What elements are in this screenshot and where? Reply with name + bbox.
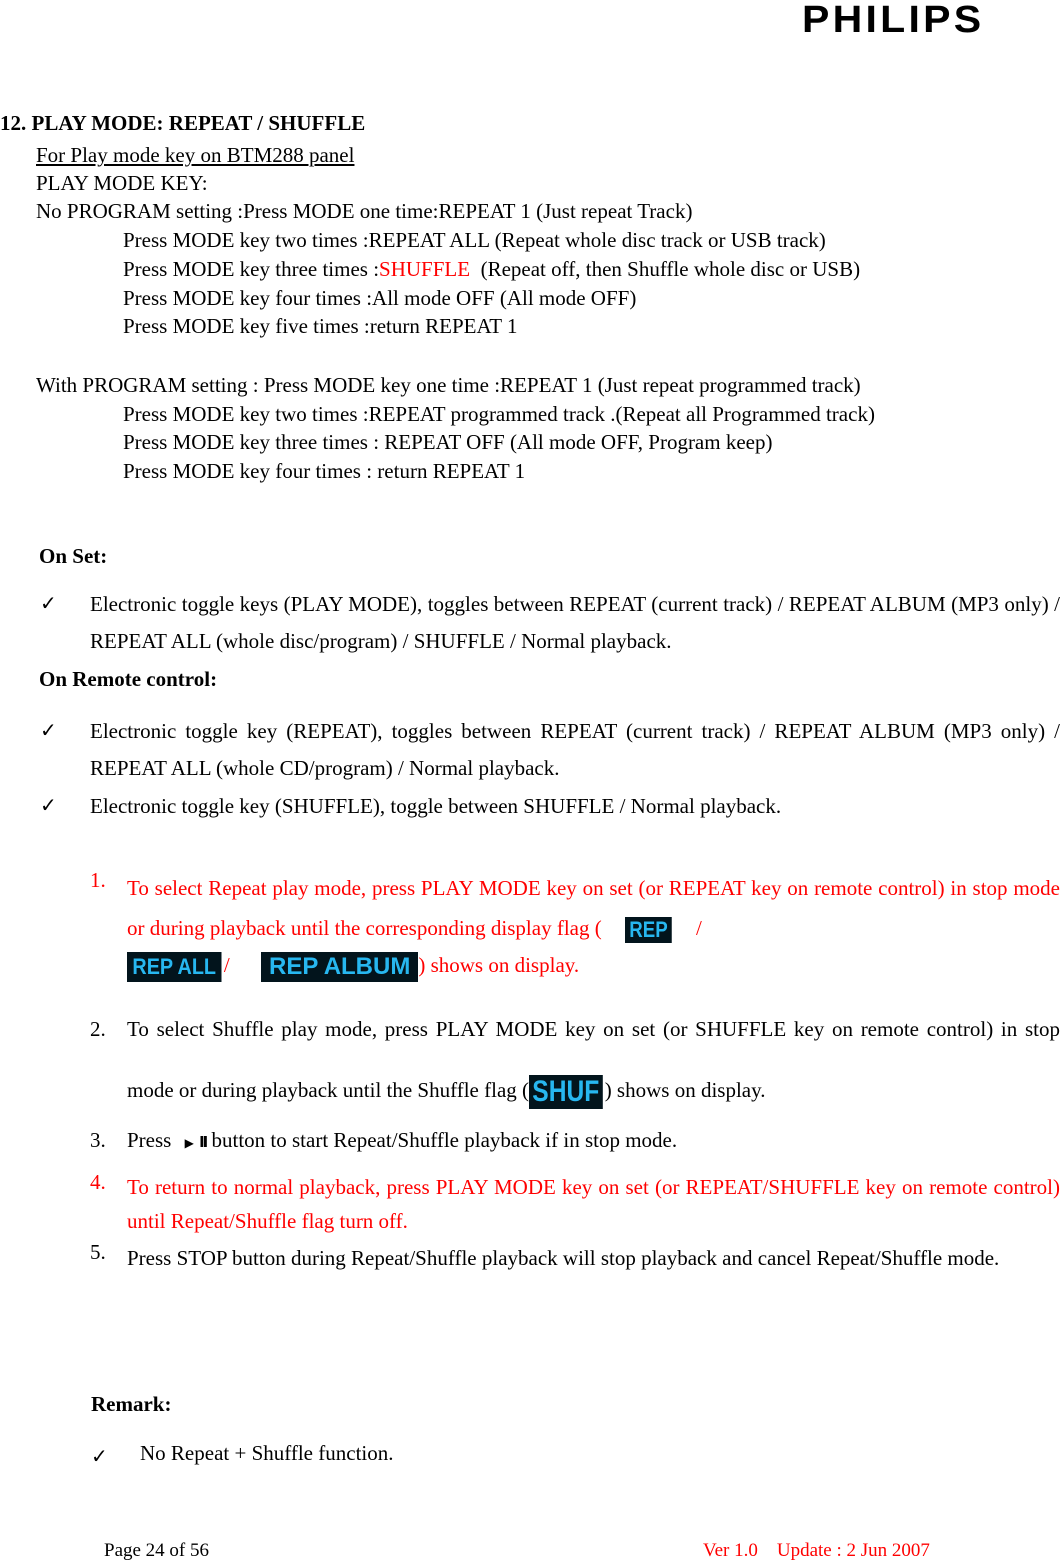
no-program-line-4: Press MODE key four times :All mode OFF … [123, 286, 637, 310]
pause-icon: II [199, 1133, 208, 1151]
step-1-text-a: To select Repeat play mode, press PLAY M… [127, 876, 1060, 940]
rep-all-flag-icon: REP ALL [127, 952, 222, 982]
section-subtitle: For Play mode key on BTM288 panel [36, 143, 355, 167]
shuf-flag-icon: SHUF [529, 1075, 603, 1110]
on-remote-bullet-2: Electronic toggle key (SHUFFLE), toggle … [90, 794, 782, 818]
step-2-number: 2. [90, 1017, 106, 1041]
section-title: 12. PLAY MODE: REPEAT / SHUFFLE [0, 111, 366, 135]
step-3-text: Press ▶ II button to start Repeat/Shuffl… [127, 1128, 677, 1153]
line-suffix: (Repeat off, then Shuffle whole disc or … [470, 257, 861, 281]
on-remote-heading: On Remote control: [39, 667, 218, 691]
no-program-line-5: Press MODE key five times :return REPEAT… [123, 314, 518, 338]
check-icon: ✓ [91, 1444, 108, 1468]
with-program-line-3: Press MODE key three times : REPEAT OFF … [123, 430, 773, 454]
flag-separator: / [223, 952, 230, 977]
remark-bullet: No Repeat + Shuffle function. [140, 1441, 394, 1465]
no-program-line-3: Press MODE key three times :SHUFFLE (Rep… [123, 257, 860, 281]
check-icon: ✓ [40, 793, 57, 817]
step-4-text: To return to normal playback, press PLAY… [127, 1175, 1060, 1233]
rep-album-flag-icon: REP ALBUM [261, 952, 419, 982]
on-set-heading: On Set: [39, 544, 108, 568]
step-2-text: To select Shuffle play mode, press PLAY … [127, 999, 1060, 1121]
play-mode-key-label: PLAY MODE KEY: [36, 171, 208, 195]
on-set-bullet: Electronic toggle keys (PLAY MODE), togg… [90, 592, 1060, 653]
step-3-suffix: button to start Repeat/Shuffle playback … [211, 1128, 678, 1152]
step-1-text-b: ) shows on display. [418, 952, 580, 977]
step-1-number: 1. [90, 868, 106, 892]
on-remote-bullet-1: Electronic toggle key (REPEAT), toggles … [90, 719, 1060, 780]
step-5-text: Press STOP button during Repeat/Shuffle … [127, 1246, 1000, 1270]
step-5-number: 5. [90, 1240, 106, 1264]
with-program-line-2: Press MODE key two times :REPEAT program… [123, 402, 875, 426]
play-icon: ▶ [184, 1136, 194, 1150]
version-info: Ver 1.0 Update : 2 Jun 2007 [703, 1540, 930, 1561]
step-4-number: 4. [90, 1170, 106, 1194]
flag-separator: / [695, 916, 702, 940]
line-prefix: Press MODE key three times : [123, 257, 380, 281]
remark-heading: Remark: [91, 1392, 172, 1416]
check-icon: ✓ [40, 591, 57, 615]
no-program-line-2: Press MODE key two times :REPEAT ALL (Re… [123, 228, 826, 252]
step-1-line-3: REP ALL / REP ALBUM) shows on display. [127, 952, 579, 982]
shuffle-highlight: SHUFFLE [379, 257, 471, 281]
step-2-text-b: ) shows on display. [604, 1078, 766, 1102]
step-3-number: 3. [90, 1128, 106, 1152]
no-program-line-1: No PROGRAM setting :Press MODE one time:… [36, 199, 693, 223]
philips-logo: PHILIPS [802, 0, 985, 41]
rep-flag-icon: REP [624, 917, 672, 944]
step-1-text: To select Repeat play mode, press PLAY M… [127, 868, 1060, 948]
step-3-prefix: Press [127, 1128, 172, 1152]
check-icon: ✓ [40, 718, 57, 742]
with-program-line-4: Press MODE key four times : return REPEA… [123, 459, 526, 483]
with-program-line-1: With PROGRAM setting : Press MODE key on… [36, 373, 861, 397]
page-number: Page 24 of 56 [104, 1540, 210, 1561]
